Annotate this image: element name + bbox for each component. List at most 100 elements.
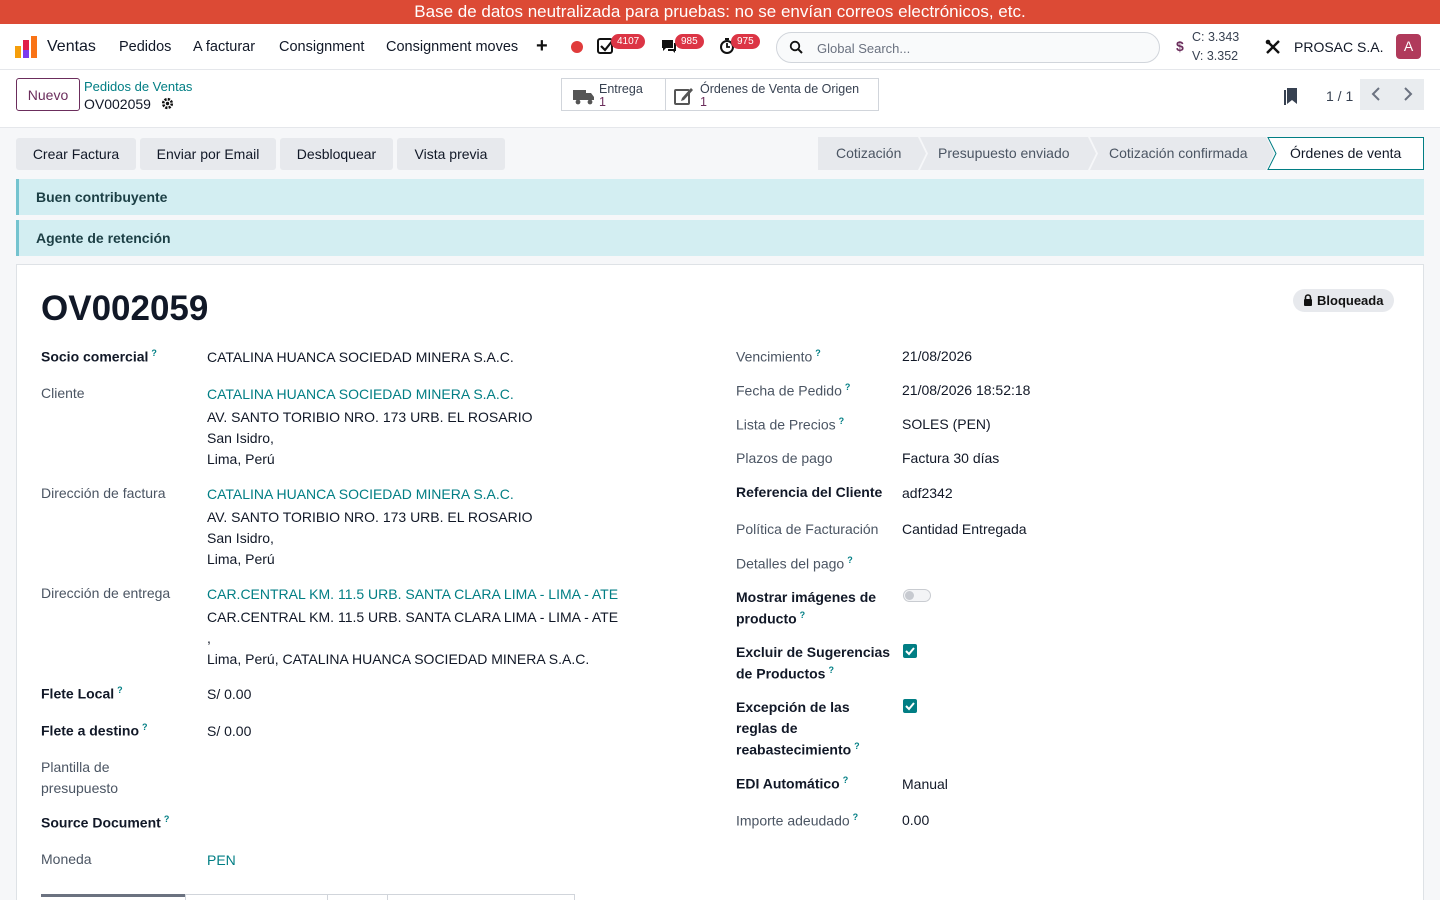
help-tooltip-icon[interactable]: ? (815, 348, 821, 358)
importe-adeudado-label: Importe adeudado? (736, 812, 858, 829)
smart-button-origin-label: Órdenes de Venta de Origen (700, 82, 860, 96)
smart-button-delivery-count: 1 (599, 95, 606, 109)
activity-badge: 4107 (611, 34, 646, 49)
order-statusbar: Cotización Presupuesto enviado Cotizació… (818, 137, 1424, 170)
detalles-pago-label-text: Detalles del pago (736, 555, 845, 572)
search-input[interactable] (817, 39, 1137, 57)
help-tooltip-icon[interactable]: ? (847, 555, 853, 565)
new-button[interactable]: Nuevo (16, 78, 80, 111)
exchange-sell-rate: V: 3.352 (1192, 49, 1239, 63)
messages-badge: 985 (675, 34, 704, 49)
cliente-address-line2: San Isidro, (207, 430, 274, 446)
plantilla-label-line2: presupuesto (41, 780, 119, 796)
timers-badge: 975 (731, 34, 760, 49)
pager-value[interactable]: 1 / 1 (1326, 88, 1353, 104)
smart-button-delivery[interactable]: Entrega 1 (561, 78, 666, 111)
edit-icon (674, 88, 693, 105)
source-document-label: Source Document? (41, 814, 169, 831)
checkmark-icon (905, 702, 915, 711)
pager-previous-button[interactable] (1360, 79, 1392, 110)
flete-destino-label: Flete a destino? (41, 722, 148, 739)
menu-consignment-moves[interactable]: Consignment moves (386, 39, 518, 55)
app-name[interactable]: Ventas (47, 38, 96, 56)
entrega-name-link[interactable]: CAR.CENTRAL KM. 11.5 URB. SANTA CLARA LI… (207, 586, 618, 602)
truck-icon (573, 90, 594, 105)
help-tooltip-icon[interactable]: ? (845, 382, 851, 392)
excluir-sugerencias-label-line2: de Productos? (736, 665, 834, 682)
unlock-button[interactable]: Desbloquear (280, 138, 393, 170)
importe-adeudado-label-text: Importe adeudado (736, 812, 850, 829)
exchange-buy-rate: C: 3.343 (1192, 30, 1240, 44)
flete-destino-label-text: Flete a destino (41, 722, 140, 739)
politica-facturacion-value[interactable]: Cantidad Entregada (902, 521, 1027, 537)
global-search[interactable] (776, 32, 1160, 63)
dollar-icon: $ (1176, 38, 1184, 54)
politica-facturacion-label: Política de Facturación (736, 521, 879, 537)
edi-automatico-value[interactable]: Manual (902, 776, 948, 792)
help-tooltip-icon[interactable]: ? (843, 775, 849, 785)
moneda-value-link[interactable]: PEN (207, 852, 236, 868)
alert-withholding-agent-text: Agente de retención (36, 230, 171, 246)
menu-a-facturar[interactable]: A facturar (193, 39, 255, 55)
vencimiento-value[interactable]: 21/08/2026 (902, 348, 972, 364)
excepcion-reglas-checkbox[interactable] (903, 699, 917, 713)
mostrar-imagenes-label-line2-text: producto (736, 610, 797, 627)
status-presupuesto-enviado[interactable]: Presupuesto enviado (938, 137, 1070, 170)
notebook-tab-active[interactable] (41, 894, 185, 897)
record-icon[interactable] (571, 41, 583, 53)
flete-local-value[interactable]: S/ 0.00 (207, 686, 251, 702)
debug-tools-icon[interactable] (1264, 38, 1282, 56)
factura-address-line3: Lima, Perú (207, 551, 275, 567)
vencimiento-label: Vencimiento? (736, 348, 821, 365)
alert-withholding-agent: Agente de retención (16, 220, 1424, 256)
plus-icon[interactable]: + (536, 35, 548, 58)
tab-divider (574, 894, 575, 900)
help-tooltip-icon[interactable]: ? (854, 741, 860, 751)
help-tooltip-icon[interactable]: ? (151, 348, 157, 358)
lista-precios-label-text: Lista de Precios (736, 416, 836, 433)
sales-app-icon[interactable] (15, 36, 37, 58)
lista-precios-value[interactable]: SOLES (PEN) (902, 416, 991, 432)
user-avatar[interactable]: A (1396, 34, 1421, 59)
smart-button-origin-orders[interactable]: Órdenes de Venta de Origen 1 (665, 78, 879, 111)
bookmark-icon[interactable] (1284, 87, 1298, 105)
socio-label: Socio comercial? (41, 348, 157, 365)
help-tooltip-icon[interactable]: ? (142, 722, 148, 732)
status-ordenes-de-venta[interactable]: Órdenes de venta (1290, 137, 1401, 170)
preview-button[interactable]: Vista previa (397, 138, 505, 170)
excluir-sugerencias-label-line1: Excluir de Sugerencias (736, 644, 891, 660)
help-tooltip-icon[interactable]: ? (800, 610, 806, 620)
referencia-cliente-value[interactable]: adf2342 (902, 485, 953, 501)
excluir-sugerencias-checkbox[interactable] (903, 644, 917, 658)
help-tooltip-icon[interactable]: ? (853, 812, 859, 822)
help-tooltip-icon[interactable]: ? (164, 814, 170, 824)
socio-label-text: Socio comercial (41, 348, 149, 365)
menu-pedidos[interactable]: Pedidos (119, 39, 171, 55)
breadcrumb-parent[interactable]: Pedidos de Ventas (84, 79, 192, 94)
flete-destino-value[interactable]: S/ 0.00 (207, 723, 251, 739)
socio-value[interactable]: CATALINA HUANCA SOCIEDAD MINERA S.A.C. (207, 349, 514, 365)
alert-good-taxpayer-text: Buen contribuyente (36, 189, 168, 205)
gear-icon[interactable] (161, 97, 174, 110)
plazos-pago-value[interactable]: Factura 30 días (902, 450, 999, 466)
mostrar-imagenes-toggle[interactable] (903, 589, 931, 602)
referencia-cliente-label: Referencia del Cliente (736, 484, 883, 500)
cliente-name-link[interactable]: CATALINA HUANCA SOCIEDAD MINERA S.A.C. (207, 386, 514, 402)
cliente-label: Cliente (41, 385, 85, 401)
help-tooltip-icon[interactable]: ? (117, 685, 123, 695)
help-tooltip-icon[interactable]: ? (828, 665, 834, 675)
status-cotizacion-confirmada[interactable]: Cotización confirmada (1109, 137, 1248, 170)
status-cotizacion[interactable]: Cotización (836, 137, 901, 170)
create-invoice-button[interactable]: Crear Factura (16, 138, 136, 170)
excepcion-reglas-label-line3: reabastecimiento? (736, 741, 860, 758)
help-tooltip-icon[interactable]: ? (839, 416, 845, 426)
pager-next-button[interactable] (1392, 79, 1424, 110)
factura-name-link[interactable]: CATALINA HUANCA SOCIEDAD MINERA S.A.C. (207, 486, 514, 502)
mostrar-imagenes-label-line1: Mostrar imágenes de (736, 589, 877, 605)
send-email-button[interactable]: Enviar por Email (140, 138, 276, 170)
fecha-pedido-value[interactable]: 21/08/2026 18:52:18 (902, 382, 1030, 398)
menu-consignment[interactable]: Consignment (279, 39, 364, 55)
alert-good-taxpayer: Buen contribuyente (16, 179, 1424, 215)
company-switcher[interactable]: PROSAC S.A. (1294, 39, 1383, 55)
test-database-banner: Base de datos neutralizada para pruebas:… (0, 0, 1440, 24)
